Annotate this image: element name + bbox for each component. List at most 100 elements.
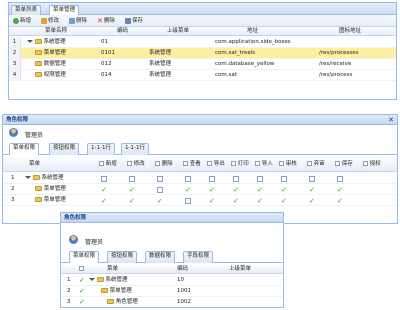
row-number: 1 [9,37,21,47]
row-name: 系统管理 [43,39,66,45]
folder-icon [32,175,40,180]
folder-icon [35,197,42,202]
role-label: 管理员 [85,239,104,246]
col-save[interactable]: 保存 [335,161,353,168]
middle-grid-header: 菜单 新增 修改 删除 查看 导出 打印 导入 审核 弃审 保存 授权 [3,157,397,172]
col-import[interactable]: 导入 [255,161,273,168]
col-icon-url[interactable]: 图标地址 [339,28,361,35]
tab-menu-permission[interactable]: 菜单权限 [69,251,100,263]
folder-icon [34,39,42,44]
table-row[interactable]: 2 菜单管理 1001 [61,286,283,297]
row-code: 1001 [177,288,191,294]
tab-row-1[interactable]: 1-1-1行 [87,143,115,155]
row-number: 3 [11,197,15,203]
edit-button[interactable]: 修改 [41,17,59,25]
tab-menu-list[interactable]: 菜单列表 [11,5,42,15]
row-name: 系统管理 [105,277,128,283]
top-toolbar: 新增 修改 删除 ✕ 删除 保存 [9,15,396,27]
row-number: 1 [67,277,71,283]
table-row[interactable]: 1 系统管理 10 [61,275,283,286]
row-code: 014 [101,72,112,78]
table-row[interactable]: 1 系统管理 [3,173,397,184]
tab-row-2[interactable]: 1-1-1行 [121,143,149,155]
row-code: 01 [101,39,108,45]
col-audit[interactable]: 审核 [279,161,297,168]
row-checkbox[interactable] [79,298,85,306]
table-row[interactable]: 4 权限管理 014 系统管理 com.sat /res/process [9,70,396,81]
chevron-down-icon[interactable] [25,176,31,179]
chevron-down-icon[interactable] [27,40,33,43]
col-code[interactable]: 编码 [177,266,188,273]
row-parent: 系统管理 [149,50,172,56]
row-name: 菜单管理 [43,186,66,192]
col-print[interactable]: 打印 [231,161,249,168]
col-parent[interactable]: 上级菜单 [167,28,189,35]
folder-icon [35,72,42,77]
tab-menu-permission[interactable]: 菜单权限 [9,143,40,155]
folder-icon [101,288,108,293]
bottom-grid-header: 菜单 编码 上级菜单 [61,265,283,274]
col-view[interactable]: 查看 [183,161,201,168]
col-code[interactable]: 编码 [117,28,128,35]
tab-field-permission[interactable]: 字段权限 [183,251,214,263]
col-url[interactable]: 地址 [247,28,258,35]
row-checkbox[interactable] [79,276,85,284]
folder-icon [35,186,42,191]
col-menu[interactable]: 菜单 [29,161,40,168]
tab-data-permission[interactable]: 数据权限 [145,251,176,263]
row-code: 012 [101,61,112,67]
table-row[interactable]: 3 数据管理 012 系统管理 com.database_yellow /res… [9,59,396,70]
delete-button[interactable]: 删除 [69,17,87,25]
col-add[interactable]: 新增 [99,161,117,168]
col-parent[interactable]: 上级菜单 [229,266,251,273]
row-url: com.application.side_boxes [215,39,291,45]
table-row[interactable]: 3 角色管理 1002 [61,297,283,307]
row-code: 10 [177,277,184,283]
remove-button[interactable]: ✕ 删除 [97,17,115,25]
col-delete[interactable]: 删除 [155,161,173,168]
folder-icon [107,299,114,304]
tab-menu-manage[interactable]: 菜单管理 [49,5,80,15]
chevron-down-icon[interactable] [89,278,95,281]
table-row[interactable]: 2 菜单管理 [3,184,397,195]
table-row[interactable]: 3 菜单管理 [3,195,397,206]
menu-list-panel: 菜单列表 菜单管理 新增 修改 删除 ✕ 删除 保存 菜单名称 编码 上级菜单 … [8,2,397,100]
col-edit[interactable]: 修改 [127,161,145,168]
tab-button-permission[interactable]: 按钮权限 [49,143,80,155]
col-menu[interactable]: 菜单 [107,266,118,273]
row-number: 3 [9,59,21,69]
window-title: 角色权限 [3,115,397,125]
row-number: 3 [67,299,71,305]
row-checkbox[interactable] [79,287,85,295]
folder-icon [35,50,42,55]
folder-icon [35,61,42,66]
table-row[interactable]: 1 系统管理 01 com.application.side_boxes [9,37,396,48]
add-icon [13,18,19,24]
middle-tabbar: 菜单权限 按钮权限 1-1-1行 1-1-1行 [3,143,397,155]
row-icon-url: /res/processes [319,50,359,56]
row-url: com.database_yellow [215,61,275,67]
role-permission-window: 角色权限 ✕ 管理员 菜单权限 按钮权限 1-1-1行 1-1-1行 菜单 新增… [2,114,398,224]
row-number: 4 [9,70,21,80]
edit-icon [41,18,47,24]
col-unaudit[interactable]: 弃审 [307,161,325,168]
save-button[interactable]: 保存 [125,17,143,25]
user-icon [69,235,78,244]
row-name: 系统管理 [41,175,64,181]
window-title: 角色权限 [61,213,283,223]
row-number: 2 [9,48,21,58]
row-url: com.sat_treels [215,50,256,56]
tab-button-permission[interactable]: 按钮权限 [107,251,138,263]
pencil-icon [69,18,75,24]
col-grant[interactable]: 授权 [363,161,381,168]
row-name: 权限管理 [43,72,66,78]
col-menu-name[interactable]: 菜单名称 [45,28,67,35]
col-export[interactable]: 导出 [207,161,225,168]
user-icon [9,128,18,137]
row-name: 菜单管理 [43,197,66,203]
col-select-all[interactable] [79,266,84,273]
row-icon-url: /res/process [319,72,353,78]
window-close-button[interactable]: ✕ [388,116,394,124]
table-row[interactable]: 2 菜单管理 0101 系统管理 com.sat_treels /res/pro… [9,48,396,59]
add-button[interactable]: 新增 [13,17,31,25]
